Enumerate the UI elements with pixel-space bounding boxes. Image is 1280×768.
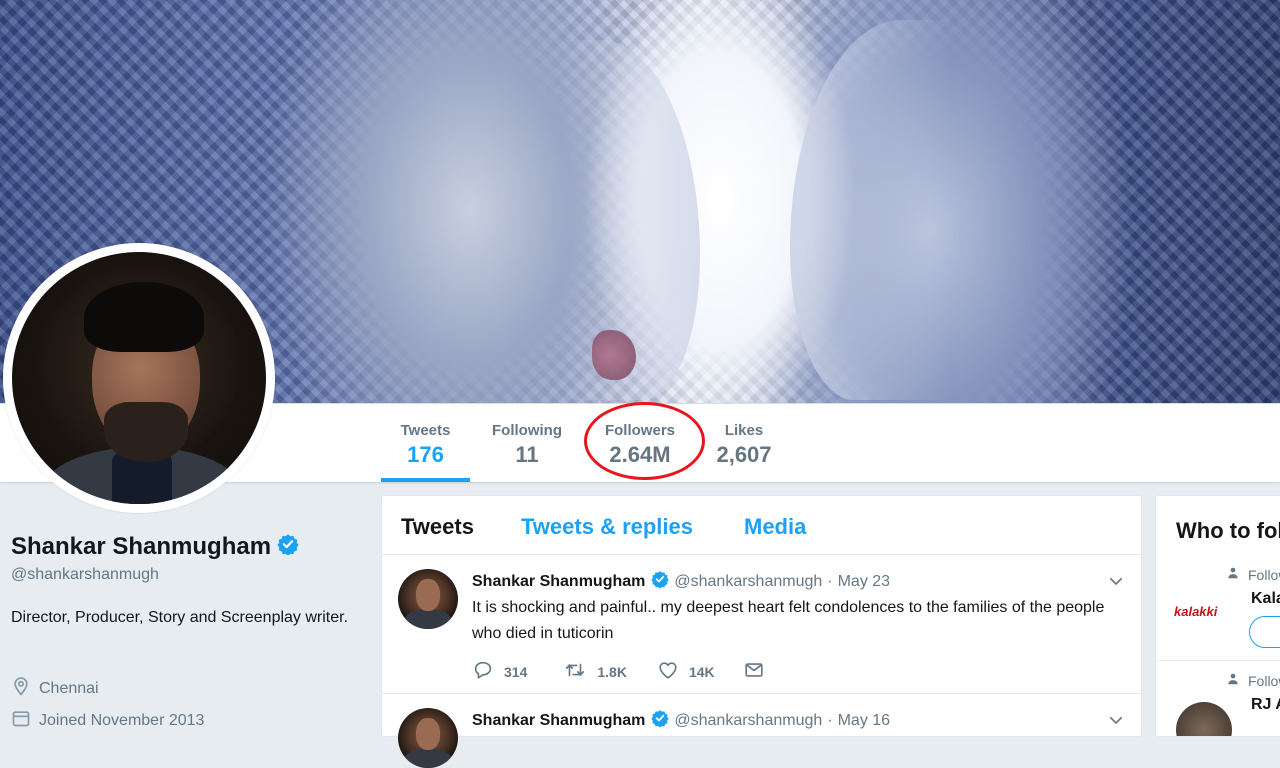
retweet-button[interactable]: 1.8K bbox=[563, 659, 627, 684]
timeline-tabs: Tweets Tweets & replies Media bbox=[382, 496, 1141, 555]
stat-followers-value: 2.64M bbox=[609, 442, 671, 467]
tab-tweets[interactable]: Tweets bbox=[401, 514, 474, 540]
tweet-actions: 314 1.8K 14K bbox=[472, 659, 803, 684]
tweet-separator: · bbox=[827, 572, 833, 590]
verified-badge-icon bbox=[651, 709, 670, 732]
stat-likes-label: Likes bbox=[724, 422, 764, 439]
tab-tweets-and-replies[interactable]: Tweets & replies bbox=[521, 514, 693, 540]
chevron-down-icon[interactable] bbox=[1107, 711, 1125, 734]
heart-icon bbox=[657, 659, 689, 684]
followed-by-text: Followed by bbox=[1248, 566, 1280, 583]
profile-handle[interactable]: @shankarshanmugh bbox=[11, 566, 159, 584]
stat-tweets-label: Tweets bbox=[400, 422, 451, 439]
tweet-avatar-head bbox=[416, 579, 440, 611]
tweet-avatar-body bbox=[404, 609, 452, 629]
like-button[interactable]: 14K bbox=[657, 659, 715, 684]
tweet-author-name[interactable]: Shankar Shanmugham bbox=[472, 573, 645, 591]
tweet-avatar[interactable] bbox=[398, 569, 458, 629]
profile-bio: Director, Producer, Story and Screenplay… bbox=[11, 609, 349, 626]
location-text: Chennai bbox=[39, 679, 99, 697]
chevron-down-icon[interactable] bbox=[1107, 572, 1125, 595]
direct-message-button[interactable] bbox=[743, 659, 775, 684]
tweet-date[interactable]: May 23 bbox=[838, 573, 890, 591]
profile-name-row: Shankar Shanmugham bbox=[11, 533, 299, 562]
reply-icon bbox=[472, 659, 504, 684]
calendar-icon bbox=[11, 708, 39, 733]
stat-following-label: Following bbox=[492, 422, 562, 439]
tweet-header: Shankar Shanmugham @shankarshanmugh · Ma… bbox=[472, 709, 890, 732]
stat-following-value: 11 bbox=[515, 442, 539, 467]
joined-text: Joined November 2013 bbox=[39, 711, 205, 729]
follow-button[interactable] bbox=[1249, 616, 1280, 648]
follow-suggestion[interactable]: Followed by kalakki Kalakki bbox=[1156, 560, 1280, 661]
location-pin-icon bbox=[11, 676, 39, 701]
suggestion-name[interactable]: Kalakki bbox=[1251, 590, 1280, 608]
tweet-separator: · bbox=[827, 711, 833, 729]
stat-following[interactable]: Following 11 bbox=[483, 404, 571, 482]
direct-message-icon bbox=[743, 659, 775, 684]
person-icon bbox=[1226, 672, 1248, 689]
reply-button[interactable]: 314 bbox=[472, 659, 527, 684]
reply-count: 314 bbox=[504, 663, 528, 680]
suggestion-name[interactable]: RJ Ananthi bbox=[1251, 696, 1280, 714]
avatar-hair bbox=[84, 282, 204, 352]
followed-by-text: Followed by bbox=[1248, 672, 1280, 689]
tweet-avatar-head bbox=[416, 718, 440, 750]
suggestion-logo[interactable]: kalakki bbox=[1174, 604, 1217, 619]
profile-avatar[interactable] bbox=[12, 252, 266, 504]
stat-followers[interactable]: Followers 2.64M bbox=[598, 404, 682, 482]
banner-lips bbox=[592, 330, 636, 380]
followed-by-row: Followed by bbox=[1226, 672, 1280, 689]
tweet[interactable]: Shankar Shanmugham @shankarshanmugh · Ma… bbox=[382, 694, 1141, 768]
stat-tweets-value: 176 bbox=[407, 442, 444, 467]
person-icon bbox=[1226, 566, 1248, 583]
tweet-author-handle[interactable]: @shankarshanmugh bbox=[674, 573, 822, 591]
verified-badge-icon bbox=[651, 570, 670, 593]
tweet[interactable]: Shankar Shanmugham @shankarshanmugh · Ma… bbox=[382, 555, 1141, 694]
stat-likes-value: 2,607 bbox=[716, 442, 772, 467]
who-to-follow-title: Who to follow bbox=[1176, 518, 1280, 543]
tweet-author-name[interactable]: Shankar Shanmugham bbox=[472, 712, 645, 730]
stat-followers-label: Followers bbox=[604, 422, 675, 439]
who-to-follow-panel: Who to follow Followed by kalakki Kalakk… bbox=[1155, 495, 1280, 737]
profile-joined: Joined November 2013 bbox=[11, 708, 204, 733]
follow-suggestion[interactable]: Followed by RJ Ananthi bbox=[1156, 666, 1280, 736]
verified-badge-icon bbox=[277, 533, 299, 562]
tweet-header: Shankar Shanmugham @shankarshanmugh · Ma… bbox=[472, 570, 890, 593]
profile-avatar-frame bbox=[3, 243, 275, 513]
avatar-beard bbox=[104, 402, 188, 462]
tweet-avatar[interactable] bbox=[398, 708, 458, 768]
banner-face-right bbox=[790, 20, 950, 400]
tweet-date[interactable]: May 16 bbox=[838, 712, 890, 730]
retweet-count: 1.8K bbox=[597, 663, 627, 680]
tab-media[interactable]: Media bbox=[744, 514, 806, 540]
tweet-avatar-body bbox=[404, 748, 452, 768]
stat-likes[interactable]: Likes 2,607 bbox=[705, 404, 783, 482]
followed-by-row: Followed by bbox=[1226, 566, 1280, 583]
like-count: 14K bbox=[688, 663, 715, 680]
timeline: Tweets Tweets & replies Media Shankar Sh… bbox=[381, 495, 1142, 768]
profile-name[interactable]: Shankar Shanmugham bbox=[11, 533, 271, 560]
profile-location: Chennai bbox=[11, 676, 99, 701]
retweet-icon bbox=[563, 659, 597, 684]
tweet-author-handle[interactable]: @shankarshanmugh bbox=[674, 712, 822, 730]
tweet-text: It is shocking and painful.. my deepest … bbox=[472, 599, 1105, 642]
stat-tweets[interactable]: Tweets 176 bbox=[381, 404, 470, 482]
